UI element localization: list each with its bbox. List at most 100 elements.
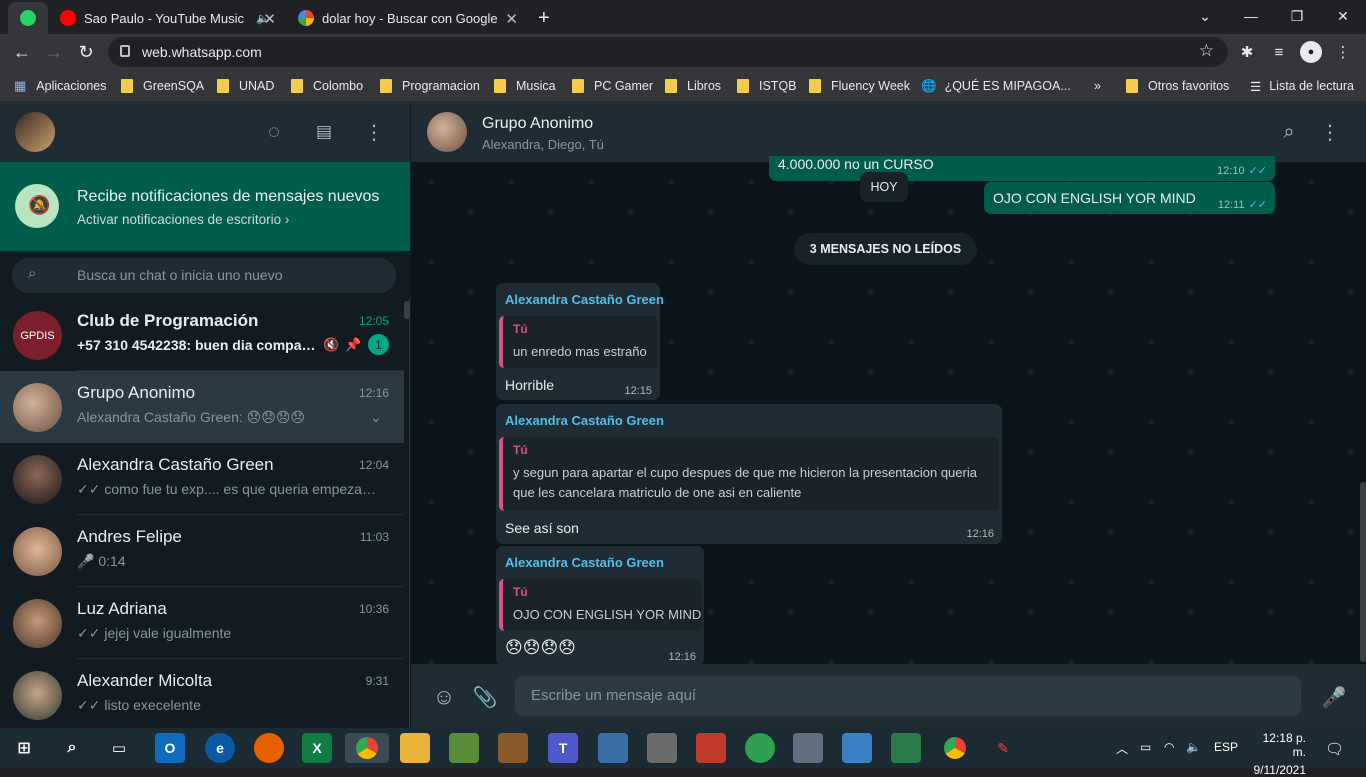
chat-item[interactable]: GPDIS Club de Programación 12:05 +57 310… [0,299,404,371]
search-icon[interactable]: ⌕ [57,733,87,763]
emoji-icon[interactable]: ☺ [431,684,457,710]
quoted-message[interactable]: Tú y segun para apartar el cupo despues … [499,437,999,511]
message-out-partial[interactable]: 4.000.000 no un CURSO 12:10 ✓✓ [769,156,1275,181]
chevron-down-icon[interactable]: ⌄ [370,409,382,426]
message-sender[interactable]: Alexandra Castaño Green [505,292,664,307]
git-app-icon[interactable] [696,733,726,763]
sheets-app-icon[interactable] [449,733,479,763]
bookmark-label: Otros favoritos [1148,79,1230,93]
chat-preview: ✓✓ jejej vale igualmente [77,625,232,641]
bookmark-mipagoa[interactable]: 🌐 ¿QUÉ ES MIPAGOA... [921,77,1071,95]
task-view-icon[interactable]: ▭ [104,733,134,763]
battery-icon[interactable]: ▭ [1140,740,1151,754]
chat-item[interactable]: Alexandra Castaño Green 12:04 ✓✓ como fu… [0,443,404,515]
quoted-message[interactable]: Tú un enredo mas estraño [499,316,657,368]
message-in[interactable]: Alexandra Castaño Green Tú y segun para … [496,404,1002,544]
bookmark-istqb[interactable]: ISTQB [737,77,797,95]
bookmark-fluency-week[interactable]: Fluency Week [809,77,910,95]
excel-icon[interactable]: X [302,733,332,763]
stocks-app-icon[interactable] [647,733,677,763]
file-explorer-icon[interactable] [400,733,430,763]
enable-notifications-link[interactable]: Activar notificaciones de escritorio › [77,212,289,227]
photos-icon[interactable] [842,733,872,763]
media-control-icon[interactable]: ≡ [1268,41,1290,63]
close-tab-icon[interactable]: ✕ [263,10,276,28]
chat-item-selected[interactable]: Grupo Anonimo 12:16 Alexandra Castaño Gr… [0,371,404,443]
conversation-header[interactable]: Grupo Anonimo Alexandra, Diego, Tú ⌕ ⋮ [411,102,1366,162]
green-app-icon[interactable] [745,733,775,763]
bookmark-greensqa[interactable]: GreenSQA [121,77,204,95]
extensions-icon[interactable]: ✱ [1236,41,1258,63]
network-app-icon[interactable] [598,733,628,763]
chrome-taskbar-icon-active[interactable] [345,733,389,763]
tray-overflow-icon[interactable]: ︿ [1116,740,1128,757]
bookmark-star-icon[interactable]: ☆ [1199,41,1214,61]
sidebar-scrollbar[interactable] [404,301,410,319]
address-bar[interactable]: web.whatsapp.com ☆ [108,37,1228,67]
chat-item[interactable]: Luz Adriana 10:36 ✓✓ jejej vale igualmen… [0,587,404,659]
close-window-button[interactable]: ✕ [1320,0,1366,32]
app-icon[interactable] [498,733,528,763]
clock[interactable]: 12:18 p. m. 9/11/2021 [1250,731,1307,777]
minimize-button[interactable]: — [1228,0,1274,32]
status-icon[interactable]: ◌ [262,120,286,144]
attach-icon[interactable]: 📎 [472,684,498,710]
message-in[interactable]: Alexandra Castaño Green Tú un enredo mas… [496,283,664,400]
restore-button[interactable]: ❐ [1274,0,1320,32]
bookmark-musica[interactable]: Musica [494,77,556,95]
teams-icon[interactable]: T [548,733,578,763]
chat-scrollbar[interactable] [1360,482,1366,662]
back-arrow-icon[interactable]: ← [10,40,34,64]
wifi-icon[interactable]: ◠ [1164,740,1174,754]
message-in[interactable]: Alexandra Castaño Green Tú OJO CON ENGLI… [496,546,704,666]
tab-search-icon[interactable]: ⌄ [1182,0,1228,32]
bookmark-colombo[interactable]: Colombo [291,77,363,95]
message-input[interactable]: Escribe un mensaje aquí [515,676,1301,716]
chat-item[interactable]: Andres Felipe 11:03 🎤 0:14 [0,515,404,587]
bookmark-unad[interactable]: UNAD [217,77,274,95]
menu-icon[interactable]: ⋮ [362,120,386,144]
outlook-icon[interactable]: O [155,733,185,763]
message-sender[interactable]: Alexandra Castaño Green [505,413,664,428]
notifications-icon[interactable]: 🗨 [1325,740,1344,758]
reload-icon[interactable]: ↻ [74,40,98,64]
bookmark-apps[interactable]: ▦ Aplicaciones [14,77,106,95]
microphone-icon[interactable]: 🎤 [1321,684,1347,710]
chat-item[interactable]: Alexander Micolta 9:31 ✓✓ listo execelen… [0,659,404,728]
tab-google-search[interactable]: dolar hoy - Buscar con Google ✕ [298,2,526,34]
chrome-menu-icon[interactable]: ⋮ [1332,41,1354,63]
bookmark-programacion[interactable]: Programacion [380,77,480,95]
close-tab-icon[interactable]: ✕ [505,10,518,28]
volume-icon[interactable]: 🔈 [1186,740,1201,754]
pen-app-icon[interactable]: ✎ [988,733,1018,763]
group-avatar[interactable] [427,112,467,152]
forward-arrow-icon[interactable]: → [42,40,66,64]
search-input[interactable]: ⌕ Busca un chat o inicia uno nuevo [12,258,396,293]
bookmarks-overflow-button[interactable]: » [1094,77,1101,95]
bookmark-pc-gamer[interactable]: PC Gamer [572,77,653,95]
calculator-icon[interactable] [793,733,823,763]
notification-banner[interactable]: 🔕 Recibe notificaciones de mensajes nuev… [0,162,410,251]
search-icon: ⌕ [28,265,37,282]
edge-icon[interactable]: e [205,733,235,763]
bookmark-libros[interactable]: Libros [665,77,721,95]
my-avatar[interactable] [15,112,55,152]
spreadsheet-icon[interactable] [891,733,921,763]
chrome-icon[interactable] [940,733,970,763]
bookmark-otros-favoritos[interactable]: Otros favoritos [1126,77,1229,95]
windows-start-icon[interactable]: ⊞ [9,733,39,763]
new-chat-icon[interactable]: ▤ [312,120,336,144]
message-out[interactable]: OJO CON ENGLISH YOR MIND 12:11 ✓✓ [984,182,1275,214]
quoted-message[interactable]: Tú OJO CON ENGLISH YOR MIND [499,579,701,631]
message-placeholder: Escribe un mensaje aquí [531,687,697,704]
menu-icon[interactable]: ⋮ [1318,120,1342,144]
search-icon[interactable]: ⌕ [1277,120,1301,144]
reading-list-button[interactable]: ☰ Lista de lectura [1250,77,1354,95]
new-tab-button[interactable]: + [538,2,562,34]
firefox-icon[interactable] [254,733,284,763]
language-indicator[interactable]: ESP [1214,740,1238,754]
profile-avatar[interactable]: ● [1300,41,1322,63]
tab-youtube-music[interactable]: Sao Paulo - YouTube Music 🔈 ✕ [60,2,284,34]
message-sender[interactable]: Alexandra Castaño Green [505,555,664,570]
tab-whatsapp[interactable] [8,2,48,34]
